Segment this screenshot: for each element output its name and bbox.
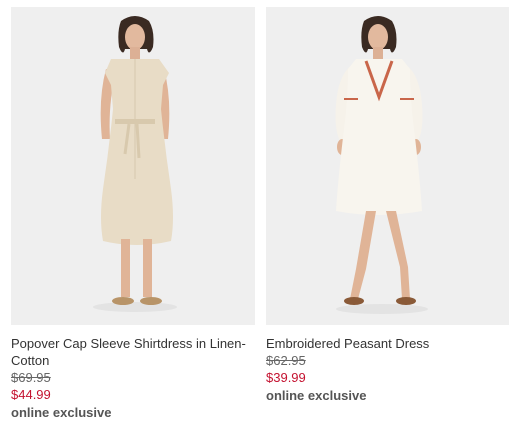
online-exclusive-badge: online exclusive (11, 405, 112, 420)
product-info: Popover Cap Sleeve Shirtdress in Linen-C… (11, 325, 255, 422)
original-price: $69.95 (11, 370, 51, 385)
model-photo (11, 7, 255, 325)
product-info: Embroidered Peasant Dress $62.95 $39.99 … (266, 325, 509, 405)
product-card: Embroidered Peasant Dress $62.95 $39.99 … (266, 7, 509, 405)
model-photo (266, 7, 509, 325)
sale-price: $44.99 (11, 387, 51, 402)
online-exclusive-badge: online exclusive (266, 388, 367, 403)
product-grid: Popover Cap Sleeve Shirtdress in Linen-C… (0, 0, 516, 425)
product-name-link[interactable]: Popover Cap Sleeve Shirtdress in Linen-C… (11, 335, 249, 369)
product-image[interactable] (266, 7, 509, 325)
product-name-link[interactable]: Embroidered Peasant Dress (266, 335, 503, 352)
sale-price: $39.99 (266, 370, 306, 385)
original-price: $62.95 (266, 353, 306, 368)
product-card: Popover Cap Sleeve Shirtdress in Linen-C… (11, 7, 255, 422)
product-image[interactable] (11, 7, 255, 325)
